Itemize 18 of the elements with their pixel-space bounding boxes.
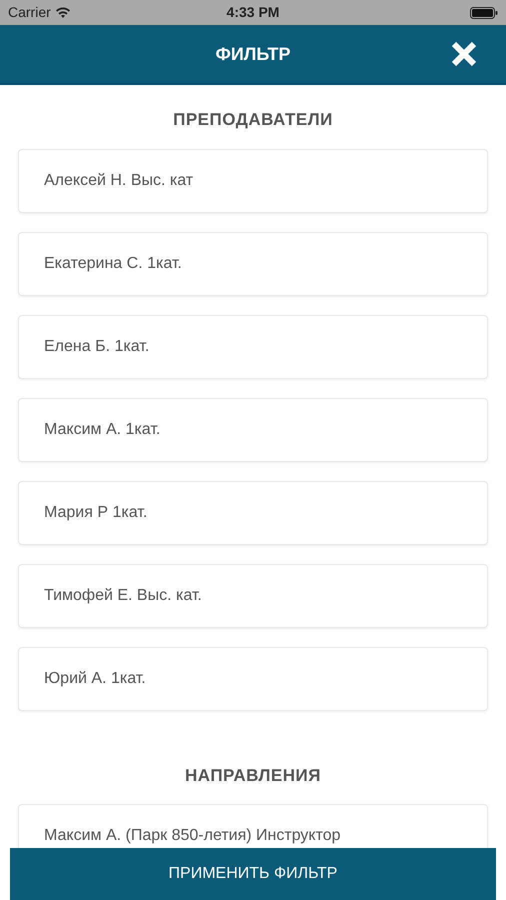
clock-time: 4:33 PM bbox=[226, 3, 280, 22]
section-title: ПРЕПОДАВАТЕЛИ bbox=[173, 109, 333, 131]
close-button[interactable] bbox=[450, 40, 478, 68]
filter-option[interactable]: Екатерина С. 1кат. bbox=[18, 232, 488, 296]
filter-option[interactable]: Мария Р 1кат. bbox=[18, 480, 488, 544]
header-title: ФИЛЬТР bbox=[215, 42, 291, 66]
apply-filter-button[interactable]: ПРИМЕНИТЬ ФИЛЬТР bbox=[10, 848, 496, 900]
filter-option[interactable]: Юрий А. 1кат. bbox=[18, 646, 488, 710]
wifi-icon bbox=[54, 6, 71, 18]
filter-option[interactable]: Алексей Н. Выс. кат bbox=[18, 148, 488, 212]
carrier-label: Carrier bbox=[8, 3, 51, 22]
filter-option[interactable]: Максим А. 1кат. bbox=[18, 398, 488, 462]
close-icon bbox=[450, 40, 478, 68]
filter-option[interactable]: Тимофей Е. Выс. кат. bbox=[18, 564, 488, 628]
filter-option[interactable]: Максим А. (Парк 850-летия) Инструктор bbox=[18, 804, 488, 848]
section-title: НАПРАВЛЕНИЯ bbox=[184, 764, 321, 786]
battery-icon bbox=[470, 6, 498, 18]
filter-option[interactable]: Елена Б. 1кат. bbox=[18, 314, 488, 378]
